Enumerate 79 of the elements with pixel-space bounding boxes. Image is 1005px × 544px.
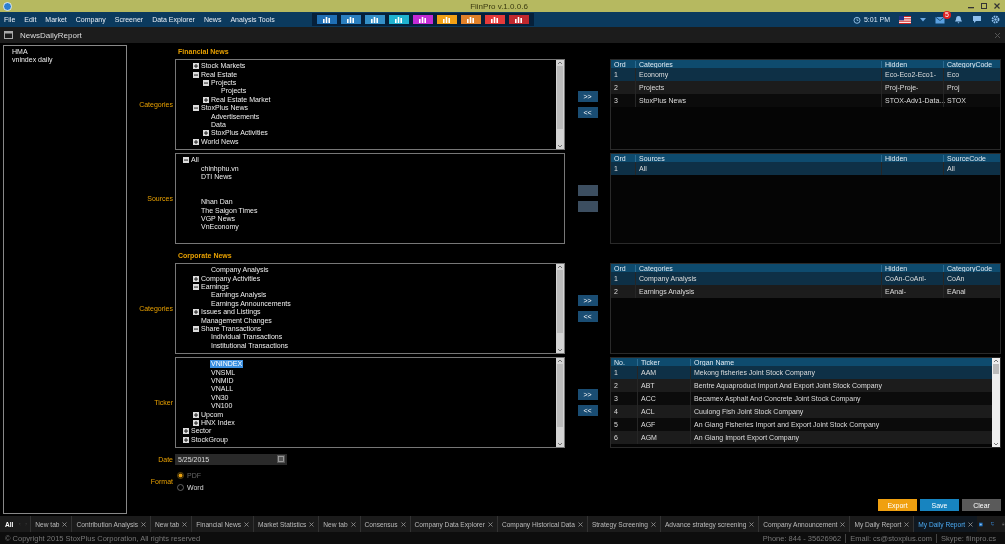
settings-icon[interactable] xyxy=(991,15,1000,24)
close-icon[interactable] xyxy=(350,521,356,527)
toolbar-button[interactable] xyxy=(508,15,529,24)
arrow-up-icon[interactable] xyxy=(557,264,563,269)
close-icon[interactable] xyxy=(749,521,755,527)
bar-chart-icon xyxy=(514,16,524,23)
maximize-icon[interactable] xyxy=(979,2,989,10)
bar-chart-icon xyxy=(466,16,476,23)
expand-toggle-icon[interactable] xyxy=(203,130,209,137)
arrow-down-icon[interactable] xyxy=(557,442,563,447)
close-icon[interactable] xyxy=(840,521,846,527)
caret-icon[interactable] xyxy=(920,17,926,22)
arrow-up-icon[interactable] xyxy=(993,358,999,363)
scrollbar[interactable] xyxy=(992,358,1000,447)
close-icon[interactable] xyxy=(141,521,147,527)
arrow-down-icon[interactable] xyxy=(557,348,563,353)
window-icon xyxy=(4,31,13,39)
expand-toggle-icon[interactable] xyxy=(193,275,199,282)
radio-button[interactable] xyxy=(177,483,184,491)
bar-chart-icon xyxy=(394,16,404,23)
expand-toggle-icon[interactable] xyxy=(183,436,189,443)
window-title: FiinPro v.1.0.0.6 xyxy=(469,1,529,11)
expand-toggle-icon[interactable] xyxy=(193,309,199,316)
bell-icon[interactable] xyxy=(954,15,963,24)
arrow-up-icon[interactable] xyxy=(557,60,563,65)
toolbar-button[interactable] xyxy=(412,15,433,24)
arrow-down-icon[interactable] xyxy=(557,144,563,149)
bar-chart-icon xyxy=(490,16,500,23)
bar-chart-icon xyxy=(418,16,428,23)
scrollbar[interactable] xyxy=(556,264,564,353)
scrollbar[interactable] xyxy=(556,60,564,149)
close-icon[interactable] xyxy=(487,521,493,527)
calendar-icon[interactable] xyxy=(277,455,285,463)
expand-toggle-icon[interactable] xyxy=(183,157,189,164)
close-icon[interactable] xyxy=(992,2,1002,10)
toolbar-button[interactable] xyxy=(316,15,337,24)
flag-icon[interactable] xyxy=(899,15,911,24)
close-icon[interactable] xyxy=(577,521,583,527)
close-icon[interactable] xyxy=(62,521,68,527)
expand-toggle-icon[interactable] xyxy=(193,105,199,112)
mail-icon[interactable] xyxy=(935,15,945,24)
expand-toggle-icon[interactable] xyxy=(203,79,209,86)
scrollbar[interactable] xyxy=(556,358,564,447)
close-icon[interactable] xyxy=(968,521,974,527)
close-icon[interactable] xyxy=(650,521,656,527)
toolbar-button[interactable] xyxy=(484,15,505,24)
close-icon[interactable] xyxy=(182,521,188,527)
bar-chart-icon xyxy=(322,16,332,23)
close-icon[interactable] xyxy=(309,521,315,527)
toolbar-button[interactable] xyxy=(436,15,457,24)
expand-toggle-icon[interactable] xyxy=(193,411,199,418)
bar-chart-icon xyxy=(346,16,356,23)
scroll-thumb[interactable] xyxy=(557,364,563,427)
document-title: NewsDailyReport xyxy=(20,30,82,40)
expand-toggle-icon[interactable] xyxy=(193,138,199,145)
bar-chart-icon xyxy=(442,16,452,23)
toolbar-button[interactable] xyxy=(388,15,409,24)
close-icon[interactable] xyxy=(400,521,406,527)
expand-toggle-icon[interactable] xyxy=(193,283,199,290)
app-logo-icon xyxy=(3,1,12,11)
scroll-thumb[interactable] xyxy=(993,364,999,374)
expand-toggle-icon[interactable] xyxy=(193,325,199,332)
expand-toggle-icon[interactable] xyxy=(193,419,199,426)
close-icon[interactable] xyxy=(904,521,910,527)
scroll-thumb[interactable] xyxy=(557,270,563,333)
toolbar-button[interactable] xyxy=(460,15,481,24)
chat-icon[interactable] xyxy=(972,15,982,24)
expand-toggle-icon[interactable] xyxy=(203,96,209,103)
expand-toggle-icon[interactable] xyxy=(193,71,199,78)
bar-chart-icon xyxy=(370,16,380,23)
arrow-down-icon[interactable] xyxy=(993,442,999,447)
expand-toggle-icon[interactable] xyxy=(193,63,199,70)
arrow-up-icon[interactable] xyxy=(557,358,563,363)
scroll-thumb[interactable] xyxy=(557,66,563,129)
toolbar-button[interactable] xyxy=(340,15,361,24)
toolbar-button[interactable] xyxy=(364,15,385,24)
expand-toggle-icon[interactable] xyxy=(183,428,189,435)
alarm-clock-icon[interactable] xyxy=(852,15,861,24)
close-icon[interactable] xyxy=(244,521,249,527)
